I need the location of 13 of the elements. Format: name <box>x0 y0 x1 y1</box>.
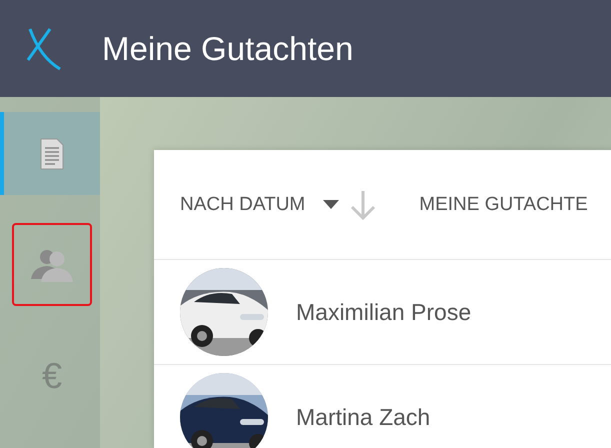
report-row[interactable]: Martina Zach <box>154 365 611 448</box>
arrow-down-icon[interactable] <box>349 188 378 220</box>
person-name: Maximilian Prose <box>296 298 472 326</box>
sidebar-item[interactable] <box>0 112 100 195</box>
filter-tab[interactable]: MEINE GUTACHTE <box>419 194 588 216</box>
report-row[interactable]: Maximilian Prose <box>154 260 611 365</box>
document-icon <box>39 136 65 170</box>
page-title: Meine Gutachten <box>102 30 354 68</box>
caret-icon <box>323 200 340 209</box>
euro-icon: € <box>42 358 62 394</box>
sort-dropdown[interactable]: NACH DATUM <box>180 194 340 216</box>
person-name: Martina Zach <box>296 404 430 430</box>
logo-icon <box>26 26 62 70</box>
